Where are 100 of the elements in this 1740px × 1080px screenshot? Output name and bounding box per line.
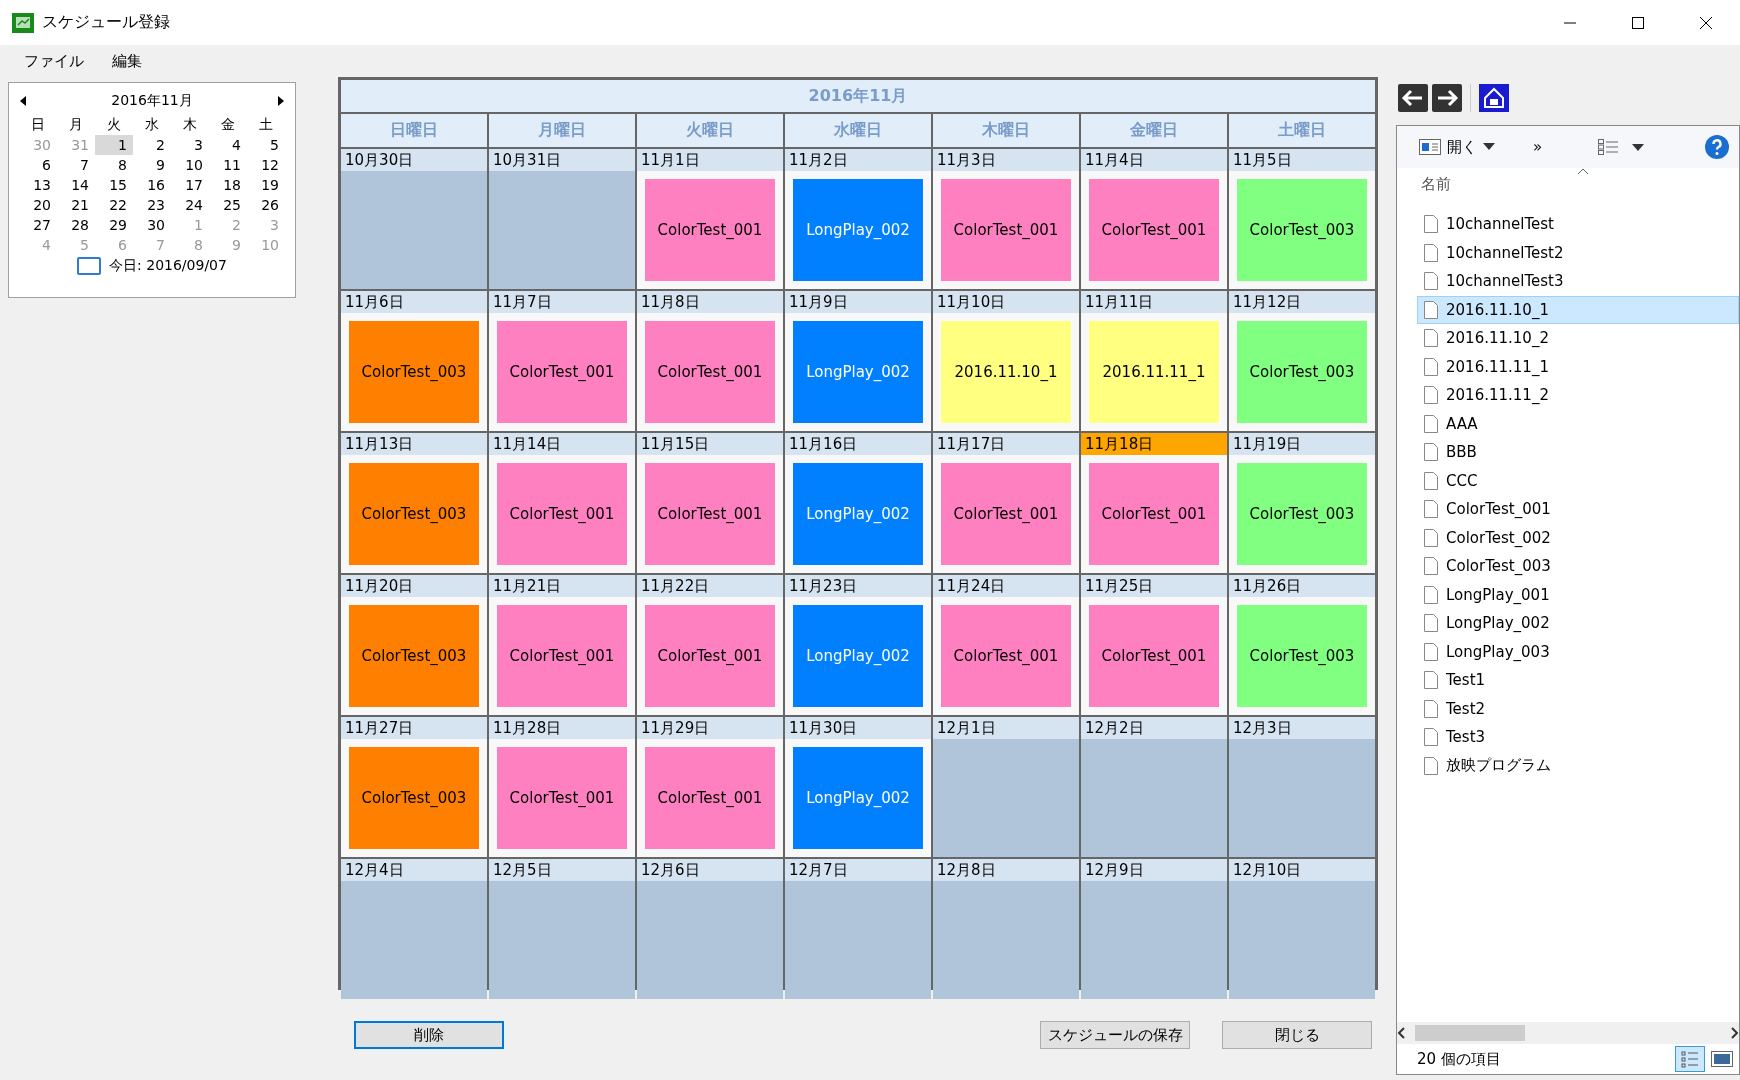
scroll-left-icon[interactable] [1397, 1027, 1407, 1039]
day-cell[interactable]: 12月4日 [341, 859, 487, 999]
schedule-block[interactable]: LongPlay_002 [793, 179, 923, 281]
day-cell[interactable]: 10月31日 [489, 149, 635, 289]
schedule-block[interactable]: 2016.11.11_1 [1089, 321, 1219, 423]
file-item[interactable]: 10channelTest3 [1417, 267, 1739, 296]
thumbnail-view-icon[interactable] [1711, 1051, 1733, 1067]
day-cell[interactable]: 11月15日 ColorTest_001 [637, 433, 783, 573]
schedule-block[interactable]: ColorTest_001 [497, 321, 627, 423]
schedule-block[interactable]: ColorTest_001 [645, 179, 775, 281]
day-cell[interactable]: 11月25日 ColorTest_001 [1081, 575, 1227, 715]
day-number[interactable]: 4 [209, 135, 247, 155]
day-cell[interactable]: 11月9日 LongPlay_002 [785, 291, 931, 431]
schedule-block[interactable]: ColorTest_001 [941, 179, 1071, 281]
file-item[interactable]: 2016.11.10_1 [1417, 295, 1739, 324]
day-cell[interactable]: 11月4日 ColorTest_001 [1081, 149, 1227, 289]
day-cell[interactable]: 11月2日 LongPlay_002 [785, 149, 931, 289]
next-month-icon[interactable] [277, 96, 285, 106]
day-cell[interactable]: 11月11日 2016.11.11_1 [1081, 291, 1227, 431]
today-link[interactable]: 今日: 2016/09/07 [109, 257, 227, 275]
day-cell[interactable]: 11月12日 ColorTest_003 [1229, 291, 1375, 431]
schedule-block[interactable]: ColorTest_001 [497, 605, 627, 707]
day-number[interactable]: 6 [19, 155, 57, 175]
previous-month-icon[interactable] [19, 96, 27, 106]
schedule-block[interactable]: ColorTest_003 [349, 747, 479, 849]
schedule-block[interactable]: ColorTest_001 [1089, 605, 1219, 707]
day-number[interactable]: 14 [57, 175, 95, 195]
schedule-block[interactable]: ColorTest_001 [1089, 463, 1219, 565]
file-item[interactable]: Test2 [1417, 694, 1739, 723]
day-number[interactable]: 25 [209, 195, 247, 215]
day-number[interactable]: 5 [247, 135, 285, 155]
day-number[interactable]: 26 [247, 195, 285, 215]
day-number[interactable]: 15 [95, 175, 133, 195]
day-number[interactable]: 29 [95, 215, 133, 235]
day-cell[interactable]: 11月14日 ColorTest_001 [489, 433, 635, 573]
save-button[interactable]: スケジュールの保存 [1040, 1021, 1190, 1049]
schedule-block[interactable]: ColorTest_003 [1237, 605, 1367, 707]
day-cell[interactable]: 12月1日 [933, 717, 1079, 857]
schedule-block[interactable]: 2016.11.10_1 [941, 321, 1071, 423]
view-options-icon[interactable] [1598, 139, 1645, 155]
day-cell[interactable]: 12月2日 [1081, 717, 1227, 857]
day-number[interactable]: 8 [95, 155, 133, 175]
day-number[interactable]: 3 [171, 135, 209, 155]
day-cell[interactable]: 11月1日 ColorTest_001 [637, 149, 783, 289]
file-item[interactable]: Test3 [1417, 723, 1739, 752]
day-cell[interactable]: 11月8日 ColorTest_001 [637, 291, 783, 431]
day-number[interactable]: 21 [57, 195, 95, 215]
day-cell[interactable]: 12月3日 [1229, 717, 1375, 857]
day-cell[interactable]: 11月10日 2016.11.10_1 [933, 291, 1079, 431]
file-item[interactable]: BBB [1417, 438, 1739, 467]
day-number[interactable]: 28 [57, 215, 95, 235]
day-number[interactable]: 1 [95, 135, 133, 155]
file-item[interactable]: LongPlay_003 [1417, 637, 1739, 666]
day-cell[interactable]: 11月29日 ColorTest_001 [637, 717, 783, 857]
day-cell[interactable]: 12月9日 [1081, 859, 1227, 999]
schedule-block[interactable]: ColorTest_003 [1237, 179, 1367, 281]
column-header[interactable]: 名前 [1421, 174, 1451, 194]
day-number[interactable]: 9 [133, 155, 171, 175]
day-number[interactable]: 11 [209, 155, 247, 175]
day-cell[interactable]: 11月23日 LongPlay_002 [785, 575, 931, 715]
scroll-right-icon[interactable] [1729, 1027, 1739, 1039]
schedule-block[interactable]: ColorTest_001 [645, 605, 775, 707]
open-button[interactable]: 開く [1419, 137, 1495, 157]
day-cell[interactable]: 11月24日 ColorTest_001 [933, 575, 1079, 715]
day-number[interactable]: 13 [19, 175, 57, 195]
schedule-block[interactable]: LongPlay_002 [793, 605, 923, 707]
file-item[interactable]: 放映プログラム [1417, 751, 1739, 780]
day-number[interactable]: 20 [19, 195, 57, 215]
day-number[interactable]: 7 [57, 155, 95, 175]
day-number[interactable]: 17 [171, 175, 209, 195]
file-item[interactable]: ColorTest_002 [1417, 523, 1739, 552]
home-icon[interactable] [1479, 84, 1509, 112]
schedule-block[interactable]: ColorTest_003 [349, 605, 479, 707]
day-cell[interactable]: 11月5日 ColorTest_003 [1229, 149, 1375, 289]
schedule-block[interactable]: ColorTest_001 [645, 321, 775, 423]
day-cell[interactable]: 11月19日 ColorTest_003 [1229, 433, 1375, 573]
day-number[interactable]: 2 [133, 135, 171, 155]
day-cell[interactable]: 11月17日 ColorTest_001 [933, 433, 1079, 573]
day-cell[interactable]: 11月3日 ColorTest_001 [933, 149, 1079, 289]
schedule-block[interactable]: ColorTest_001 [941, 463, 1071, 565]
file-item[interactable]: ColorTest_003 [1417, 552, 1739, 581]
day-cell[interactable]: 11月7日 ColorTest_001 [489, 291, 635, 431]
day-cell[interactable]: 11月18日 ColorTest_001 [1081, 433, 1227, 573]
day-cell[interactable]: 11月16日 LongPlay_002 [785, 433, 931, 573]
day-number[interactable]: 23 [133, 195, 171, 215]
more-button[interactable]: » [1533, 138, 1543, 156]
day-cell[interactable]: 12月5日 [489, 859, 635, 999]
day-cell[interactable]: 11月27日 ColorTest_003 [341, 717, 487, 857]
day-cell[interactable]: 11月20日 ColorTest_003 [341, 575, 487, 715]
file-item[interactable]: 2016.11.11_2 [1417, 381, 1739, 410]
menu-item[interactable]: 編集 [112, 51, 142, 71]
file-item[interactable]: AAA [1417, 409, 1739, 438]
help-icon[interactable] [1705, 135, 1729, 159]
delete-button[interactable]: 削除 [354, 1021, 504, 1049]
day-cell[interactable]: 11月22日 ColorTest_001 [637, 575, 783, 715]
file-item[interactable]: 2016.11.11_1 [1417, 352, 1739, 381]
schedule-block[interactable]: ColorTest_001 [645, 747, 775, 849]
day-cell[interactable]: 11月28日 ColorTest_001 [489, 717, 635, 857]
day-cell[interactable]: 12月8日 [933, 859, 1079, 999]
maximize-icon[interactable] [1630, 14, 1646, 31]
